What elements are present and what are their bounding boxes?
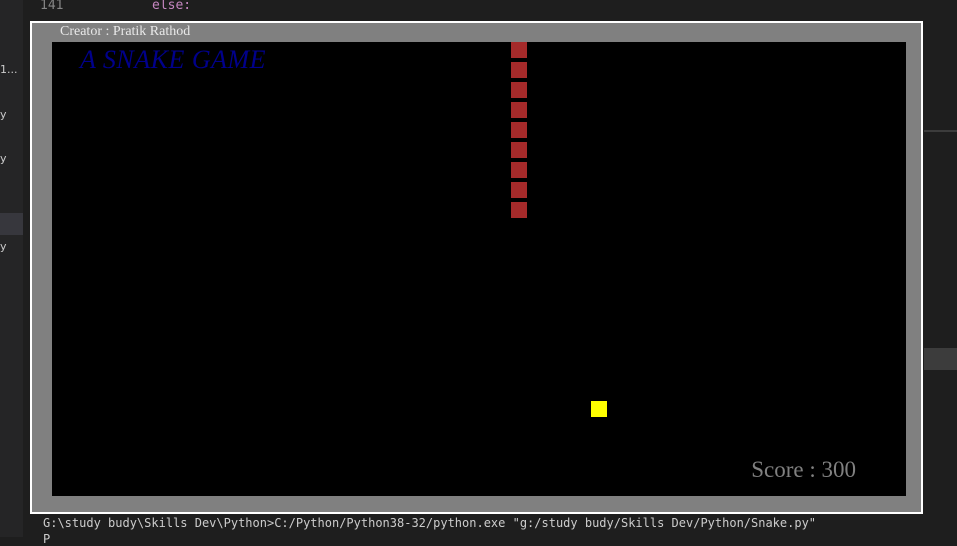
snake-segment bbox=[511, 162, 527, 178]
game-title: A SNAKE GAME bbox=[80, 45, 267, 74]
sidebar-item[interactable]: y bbox=[0, 236, 23, 258]
turtle-graphics-window[interactable]: Creator : Pratik Rathod A SNAKE GAME Sco… bbox=[30, 21, 923, 514]
code-line[interactable]: else: bbox=[152, 0, 191, 13]
snake-head bbox=[511, 202, 527, 218]
food-item bbox=[591, 401, 607, 417]
terminal-command: G:\study budy\Skills Dev\Python>C:/Pytho… bbox=[43, 516, 817, 530]
sidebar-item[interactable]: y bbox=[0, 104, 23, 126]
snake-segment bbox=[511, 142, 527, 158]
panel-header bbox=[924, 348, 957, 370]
snake-segment bbox=[511, 122, 527, 138]
score-display: Score : 300 bbox=[751, 457, 856, 482]
explorer-sidebar: 1... y y y bbox=[0, 0, 23, 537]
sidebar-item[interactable]: 1... bbox=[0, 59, 23, 81]
panel-divider bbox=[924, 130, 957, 132]
sidebar-item[interactable]: y bbox=[0, 148, 23, 170]
sidebar-item-selected[interactable] bbox=[0, 213, 23, 235]
snake-segment bbox=[511, 42, 527, 58]
snake-segment bbox=[511, 182, 527, 198]
terminal-panel[interactable]: G:\study budy\Skills Dev\Python>C:/Pytho… bbox=[23, 512, 957, 546]
snake-segment bbox=[511, 102, 527, 118]
snake-segment bbox=[511, 82, 527, 98]
snake-segment bbox=[511, 62, 527, 78]
terminal-output: P bbox=[43, 532, 51, 546]
line-number: 141 bbox=[40, 0, 64, 13]
game-canvas[interactable]: A SNAKE GAME Score : 300 bbox=[52, 42, 906, 496]
creator-label: Creator : Pratik Rathod bbox=[60, 24, 191, 39]
